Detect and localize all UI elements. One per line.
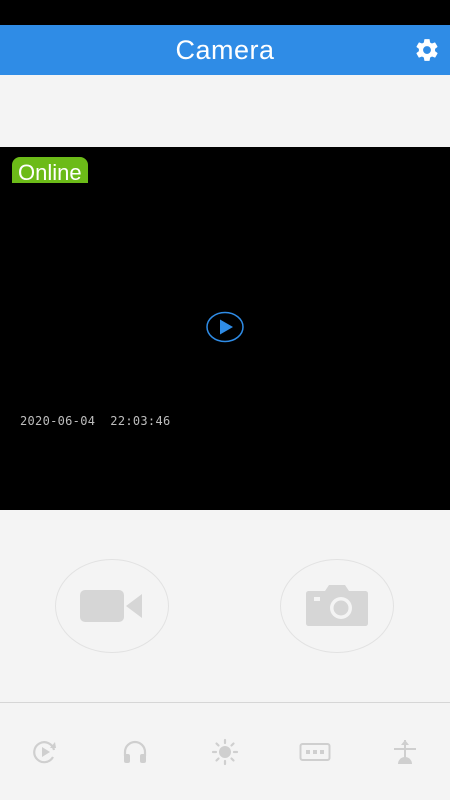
settings-button[interactable] (414, 37, 440, 63)
bottom-toolbar (0, 702, 450, 800)
app-bar: Camera (0, 25, 450, 75)
play-icon (206, 311, 244, 343)
spacer (0, 75, 450, 147)
gear-icon (416, 39, 438, 61)
record-button[interactable] (55, 559, 169, 653)
replay-button[interactable] (23, 730, 67, 774)
video-timestamp: 2020-06-04 22:03:46 (20, 414, 171, 428)
brightness-icon (211, 738, 239, 765)
brightness-button[interactable] (203, 730, 247, 774)
flip-button[interactable] (383, 730, 427, 774)
resolution-icon (299, 742, 331, 761)
video-player[interactable]: Online 2020-06-04 22:03:46 (0, 147, 450, 510)
headphones-icon (123, 740, 147, 763)
status-bar (0, 0, 450, 25)
camera-icon (306, 585, 368, 626)
play-button[interactable] (206, 311, 244, 343)
replay-icon (33, 740, 56, 763)
page-title: Camera (175, 35, 275, 65)
status-badge: Online (12, 157, 88, 183)
resolution-button[interactable] (293, 730, 337, 774)
controls-area (0, 510, 450, 702)
video-camera-icon (80, 590, 142, 622)
audio-button[interactable] (113, 730, 157, 774)
snapshot-button[interactable] (280, 559, 394, 653)
flip-icon (394, 739, 416, 764)
